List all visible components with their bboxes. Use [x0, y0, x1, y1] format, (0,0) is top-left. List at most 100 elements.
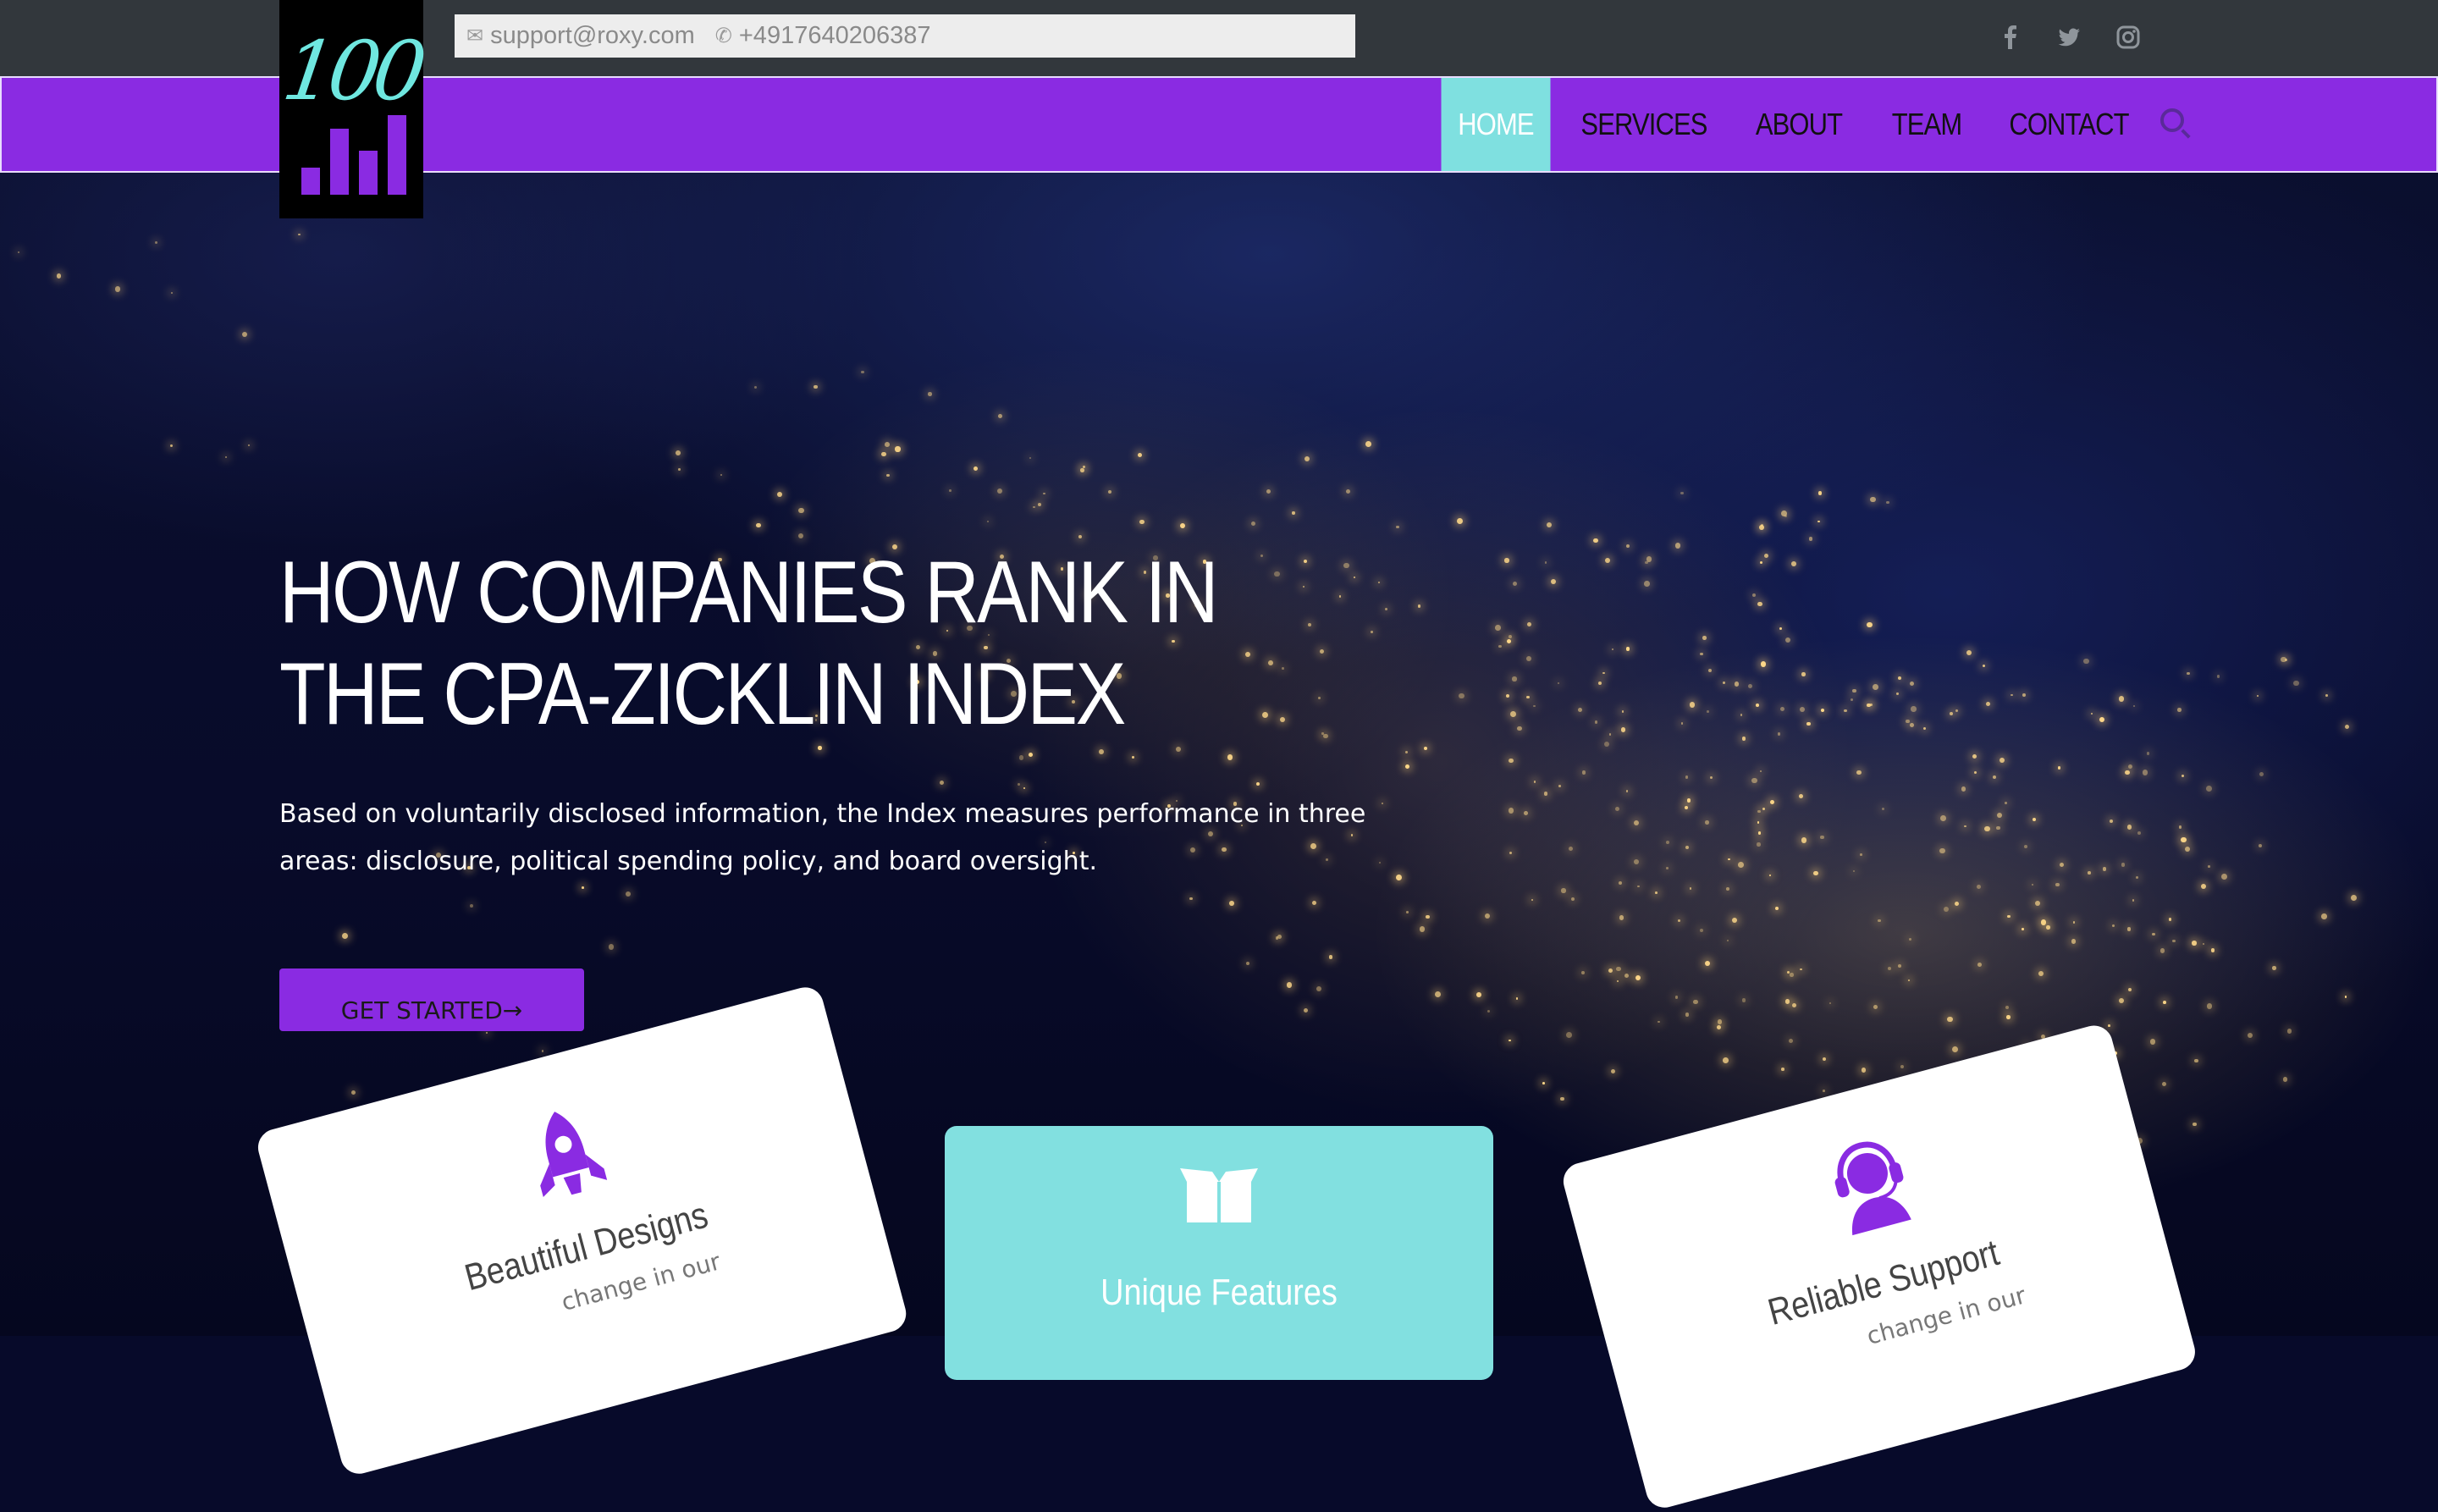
city-light	[2088, 871, 2091, 875]
city-light	[1405, 764, 1409, 769]
instagram-icon[interactable]	[2111, 20, 2145, 54]
city-light	[1426, 914, 1430, 919]
phone-text[interactable]: +4917640206387	[739, 22, 931, 50]
city-light	[2181, 774, 2185, 777]
city-light	[2058, 766, 2061, 770]
city-light	[2247, 1032, 2253, 1039]
city-light	[2023, 844, 2027, 848]
twitter-icon[interactable]	[2052, 20, 2086, 54]
city-light	[2126, 927, 2132, 931]
city-light	[1792, 1002, 1797, 1007]
city-light	[1699, 929, 1703, 933]
nav-about[interactable]: ABOUT	[1739, 78, 1860, 171]
city-light	[1581, 971, 1585, 975]
city-light	[1645, 560, 1648, 564]
logo-bar	[388, 115, 406, 195]
city-light	[1303, 559, 1308, 564]
city-light	[1723, 1057, 1729, 1063]
city-light	[1808, 537, 1813, 541]
city-light	[1597, 681, 1602, 685]
city-light	[1371, 630, 1374, 633]
city-light	[1813, 871, 1818, 876]
city-light	[1546, 521, 1552, 527]
logo-bar	[301, 168, 320, 195]
city-light	[1434, 991, 1441, 998]
city-light	[1687, 798, 1691, 803]
logo-text: 100	[277, 24, 426, 119]
city-light	[2032, 817, 2036, 821]
city-light	[1098, 748, 1105, 755]
city-light	[1674, 996, 1679, 999]
city-light	[2207, 864, 2210, 868]
city-light	[1018, 754, 1024, 760]
city-light	[1887, 966, 1892, 971]
email-text[interactable]: support@roxy.com	[490, 22, 695, 50]
city-light	[861, 370, 864, 373]
facebook-icon[interactable]	[1994, 20, 2027, 54]
city-light	[939, 780, 945, 786]
city-light	[2281, 657, 2286, 663]
city-light	[1037, 502, 1042, 507]
nav-contact[interactable]: CONTACT	[1996, 78, 2142, 171]
city-light	[1801, 837, 1807, 843]
city-light	[1666, 867, 1669, 869]
city-light	[1175, 747, 1181, 753]
nav-team[interactable]: TEAM	[1878, 78, 1977, 171]
city-light	[1655, 891, 1658, 894]
city-light	[2168, 917, 2172, 921]
city-light	[1189, 897, 1193, 901]
city-light	[1693, 999, 1698, 1005]
city-light	[1961, 786, 1966, 792]
city-light	[1757, 601, 1762, 607]
city-light	[1495, 625, 1501, 632]
city-light	[2259, 843, 2263, 847]
city-light	[1759, 770, 1762, 773]
city-light	[1658, 1020, 1660, 1024]
city-light	[1417, 604, 1421, 608]
city-light	[2152, 932, 2155, 936]
get-started-button[interactable]: GET STARTED→	[279, 968, 584, 1031]
feature-card-unique-features[interactable]: Unique Features	[945, 1126, 1493, 1380]
city-light	[1723, 682, 1726, 685]
city-light	[1550, 578, 1557, 585]
city-light	[1457, 517, 1463, 524]
city-light	[1633, 858, 1639, 864]
city-light	[1702, 636, 1707, 641]
city-light	[1043, 492, 1045, 495]
city-light	[1568, 846, 1573, 851]
hero-title: HOW COMPANIES RANK IN THE CPA-ZICKLIN IN…	[279, 542, 1226, 745]
city-light	[2071, 939, 2077, 944]
city-light	[1820, 835, 1824, 840]
city-light	[1515, 997, 1519, 1000]
city-light	[1419, 926, 1426, 932]
city-light	[1307, 622, 1312, 626]
city-light	[1139, 520, 1145, 525]
city-light	[1951, 1046, 1958, 1053]
city-light	[469, 903, 473, 908]
city-light	[1321, 732, 1324, 735]
city-light	[1615, 807, 1620, 812]
city-light	[797, 533, 804, 539]
hero-title-line-2: THE CPA-ZICKLIN INDEX	[279, 645, 1126, 743]
rocket-icon	[517, 1099, 615, 1211]
city-light	[1033, 505, 1035, 508]
city-light	[1603, 741, 1609, 747]
city-light	[1620, 727, 1626, 733]
search-icon[interactable]	[2160, 108, 2184, 132]
city-light	[17, 251, 20, 253]
city-light	[1866, 621, 1873, 628]
city-light	[753, 385, 758, 389]
city-light	[1512, 581, 1517, 587]
city-light	[1561, 888, 1566, 893]
site-logo[interactable]: 100	[278, 0, 425, 218]
nav-home[interactable]: HOME	[1441, 78, 1551, 171]
city-light	[1751, 777, 1757, 784]
hero-subtitle: Based on voluntarily disclosed informati…	[279, 799, 1366, 876]
city-light	[1635, 974, 1641, 980]
city-light	[1611, 648, 1613, 650]
city-light	[1533, 781, 1536, 784]
city-light	[1423, 746, 1428, 751]
nav-services[interactable]: SERVICES	[1571, 78, 1717, 171]
city-light	[1484, 913, 1491, 919]
city-light	[1689, 887, 1691, 890]
